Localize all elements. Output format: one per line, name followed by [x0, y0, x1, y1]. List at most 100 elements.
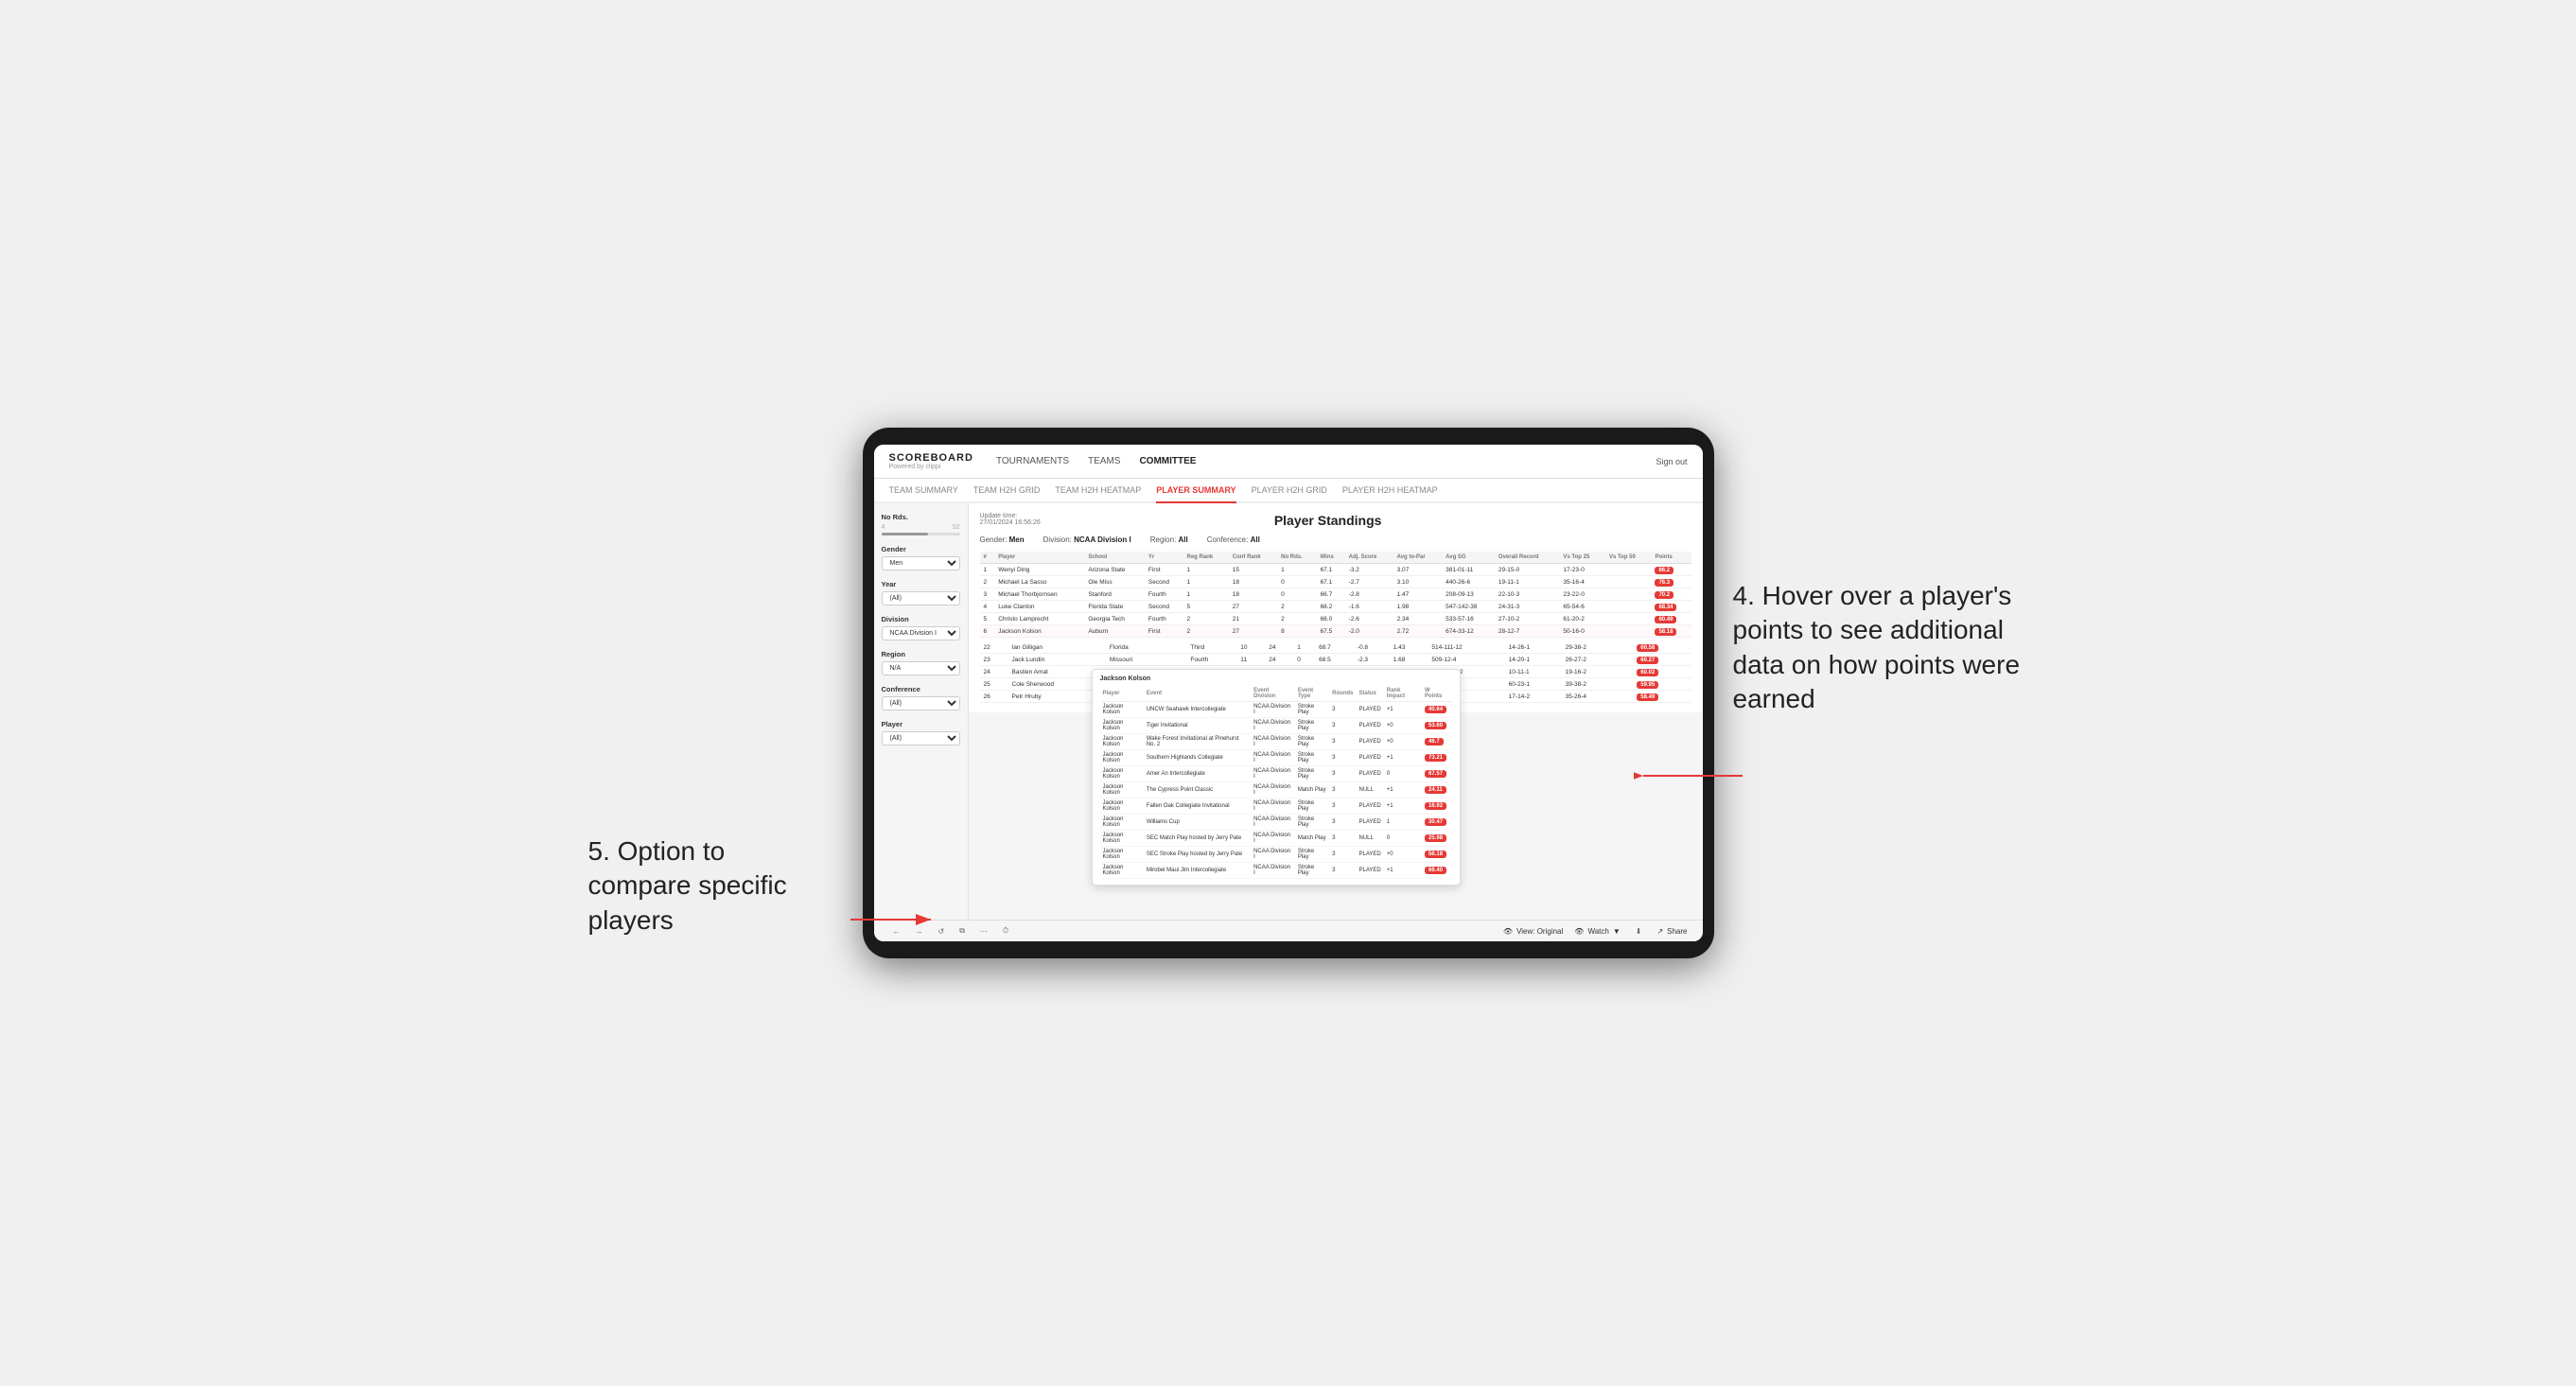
cell-school: Florida: [1106, 641, 1187, 654]
col-adj-score: Adj. Score: [1345, 552, 1393, 564]
nav-tournaments[interactable]: TOURNAMENTS: [996, 454, 1069, 468]
cell-overall: 22-10-3: [1495, 588, 1560, 601]
col-player: Player: [994, 552, 1084, 564]
sidebar-region: Region N/A: [882, 650, 960, 675]
cell-reg-rank: 2: [1183, 613, 1229, 625]
tab-team-h2h-heatmap[interactable]: TEAM H2H HEATMAP: [1055, 479, 1141, 503]
cell-points[interactable]: 60.27: [1633, 654, 1691, 666]
cell-rank: 5: [980, 613, 995, 625]
cell-player: Jackson Kolson: [994, 625, 1084, 638]
tooltip-col-rank: Rank Impact: [1384, 686, 1422, 702]
tab-team-h2h-grid[interactable]: TEAM H2H GRID: [973, 479, 1041, 503]
cell-yr: Fourth: [1145, 613, 1183, 625]
cell-reg-rank: 1: [1183, 576, 1229, 588]
cell-vs-top50: [1619, 641, 1634, 654]
cell-points[interactable]: 58.18: [1651, 625, 1691, 638]
tooltip-cell-type: Stroke Play: [1295, 702, 1329, 713]
cell-wins: 68.7: [1315, 641, 1354, 654]
table-row: 6 Jackson Kolson Auburn First 2 27 8 67.…: [980, 625, 1691, 638]
cell-school: Arizona State: [1084, 564, 1145, 576]
tooltip-col-rounds: Rounds: [1329, 686, 1356, 702]
tooltip-cell-rank: +1: [1384, 702, 1422, 713]
cell-vs-top50: [1605, 576, 1652, 588]
toolbar-share[interactable]: ↗ Share: [1656, 927, 1687, 936]
cell-points[interactable]: 60.49: [1651, 613, 1691, 625]
tab-player-h2h-heatmap[interactable]: PLAYER H2H HEATMAP: [1342, 479, 1438, 503]
cell-points[interactable]: 59.95: [1633, 678, 1691, 691]
cell-avg-sg: 381-01-11: [1442, 564, 1495, 576]
cell-no-rds: 0: [1277, 588, 1316, 601]
cell-avg-to-par: 1.68: [1390, 654, 1428, 666]
cell-vs-top50: [1619, 678, 1634, 691]
cell-avg-to-par: 3.07: [1393, 564, 1443, 576]
nav-committee[interactable]: COMMITTEE: [1139, 454, 1196, 468]
cell-points[interactable]: 70.2: [1651, 588, 1691, 601]
sidebar-no-rds-label: No Rds.: [882, 513, 960, 521]
cell-points[interactable]: 76.3: [1651, 576, 1691, 588]
table-row: 2 Michael La Sasso Ole Miss Second 1 18 …: [980, 576, 1691, 588]
sign-out-link[interactable]: Sign out: [1656, 457, 1687, 466]
sub-nav: TEAM SUMMARY TEAM H2H GRID TEAM H2H HEAT…: [874, 479, 1703, 503]
toolbar-more[interactable]: ⋯: [976, 925, 991, 938]
sidebar-player-select[interactable]: (All): [882, 731, 960, 746]
tab-player-summary[interactable]: PLAYER SUMMARY: [1156, 479, 1235, 503]
toolbar-watch[interactable]: 👁 Watch ▼: [1574, 927, 1620, 936]
sidebar-range-bar[interactable]: [882, 533, 960, 535]
cell-yr: Second: [1145, 601, 1183, 613]
toolbar-clock[interactable]: ⏱: [999, 924, 1012, 938]
cell-no-rds: 1: [1277, 564, 1316, 576]
col-reg-rank: Reg Rank: [1183, 552, 1229, 564]
cell-points[interactable]: 58.49: [1633, 691, 1691, 703]
col-avg-sg: Avg SG: [1442, 552, 1495, 564]
tab-team-summary[interactable]: TEAM SUMMARY: [889, 479, 958, 503]
cell-conf-rank: 15: [1229, 564, 1277, 576]
table-row: 1 Wenyi Ding Arizona State First 1 15 1 …: [980, 564, 1691, 576]
sidebar-gender-select[interactable]: Men: [882, 556, 960, 570]
sidebar-region-select[interactable]: N/A: [882, 661, 960, 675]
table-row: 22 Ian Gilligan Florida Third 10 24 1 68…: [980, 641, 1691, 654]
cell-points[interactable]: 68.34: [1651, 601, 1691, 613]
table-header: # Player School Yr Reg Rank Conf Rank No…: [980, 552, 1691, 564]
nav-teams[interactable]: TEAMS: [1088, 454, 1120, 468]
cell-yr: First: [1145, 625, 1183, 638]
cell-adj-score: -2.0: [1345, 625, 1393, 638]
cell-points[interactable]: 60.58: [1633, 641, 1691, 654]
tooltip-col-event: Player: [1100, 686, 1144, 702]
cell-yr: Second: [1145, 576, 1183, 588]
cell-vs-top25: 17-23-0: [1559, 564, 1605, 576]
cell-reg-rank: 1: [1183, 564, 1229, 576]
cell-points[interactable]: 86.2: [1651, 564, 1691, 576]
sidebar-conference-select[interactable]: (All): [882, 696, 960, 711]
tooltip-col-division: Event Division: [1251, 686, 1295, 702]
update-time-label: Update time:: [980, 513, 1041, 519]
toolbar-copy[interactable]: ⧉: [955, 924, 969, 938]
tooltip-col-event-name: Event: [1144, 686, 1251, 702]
cell-rank: 25: [980, 678, 1008, 691]
cell-player: Wenyi Ding: [994, 564, 1084, 576]
col-vs-top50: Vs Top 50: [1605, 552, 1652, 564]
sidebar-player: Player (All): [882, 720, 960, 746]
cell-rank: 2: [980, 576, 995, 588]
cell-vs-top50: [1605, 613, 1652, 625]
sidebar-year-select[interactable]: (All): [882, 591, 960, 605]
sidebar-year-label: Year: [882, 580, 960, 588]
sidebar-year: Year (All): [882, 580, 960, 605]
cell-avg-sg: 533-57-16: [1442, 613, 1495, 625]
cell-no-rds: 2: [1277, 601, 1316, 613]
table-row: 23 Jack Lundin Missouri Fourth 11 24 0 6…: [980, 654, 1691, 666]
cell-overall: 28-12-7: [1495, 625, 1560, 638]
cell-player: Michael La Sasso: [994, 576, 1084, 588]
tooltip-cell-rounds: 3: [1329, 702, 1356, 713]
filter-conference: Conference: All: [1207, 535, 1260, 544]
cell-adj-score: -1.6: [1345, 601, 1393, 613]
table-row: 5 Christo Lamprecht Georgia Tech Fourth …: [980, 613, 1691, 625]
sidebar-division-select[interactable]: NCAA Division I: [882, 626, 960, 640]
cell-rank: 1: [980, 564, 995, 576]
cell-points[interactable]: 60.02: [1633, 666, 1691, 678]
toolbar-export[interactable]: ⬇: [1632, 925, 1646, 938]
tab-player-h2h-grid[interactable]: PLAYER H2H GRID: [1252, 479, 1327, 503]
logo-area: SCOREBOARD Powered by clippi: [889, 452, 973, 470]
col-school: School: [1084, 552, 1145, 564]
annotation-right: 4. Hover over a player's points to see a…: [1733, 579, 2026, 717]
toolbar-view[interactable]: 👁 View: Original: [1503, 927, 1563, 936]
